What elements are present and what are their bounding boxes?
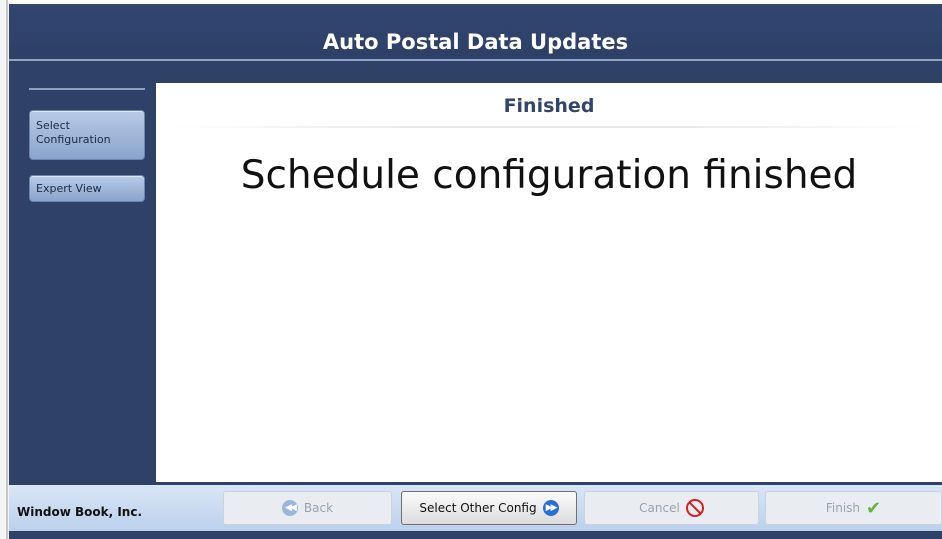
left-window-edge — [0, 0, 9, 539]
title-divider — [9, 59, 942, 61]
back-button[interactable]: ◀◀ Back — [223, 491, 392, 525]
finish-button-label: Finish — [825, 501, 861, 515]
footer-bar: Window Book, Inc. ◀◀ Back Select Other C… — [9, 485, 942, 531]
checkmark-icon: ✔ — [866, 497, 882, 519]
edge-line — [6, 0, 8, 539]
select-other-config-label: Select Other Config — [419, 501, 537, 515]
wizard-window: Auto Postal Data Updates Select Configur… — [9, 4, 942, 539]
sidebar-item-select-configuration[interactable]: Select Configuration — [29, 110, 145, 160]
sidebar-item-label: Select Configuration — [36, 119, 111, 146]
forward-arrow-icon: ▶▶ — [542, 500, 559, 516]
footer: Window Book, Inc. ◀◀ Back Select Other C… — [9, 482, 942, 539]
content-panel: Finished Schedule configuration finished — [156, 83, 942, 484]
select-other-config-button[interactable]: Select Other Config ▶▶ — [401, 491, 577, 525]
sidebar-divider — [29, 88, 145, 90]
back-arrow-icon: ◀◀ — [281, 500, 298, 516]
finish-button[interactable]: Finish ✔ — [765, 491, 942, 525]
company-name: Window Book, Inc. — [17, 505, 143, 519]
sidebar-item-expert-view[interactable]: Expert View — [29, 175, 145, 202]
cancel-button[interactable]: Cancel — [584, 491, 759, 525]
sidebar: Select Configuration Expert View — [9, 62, 156, 482]
window-title: Auto Postal Data Updates — [322, 30, 629, 54]
step-divider — [170, 126, 928, 128]
sidebar-item-label: Expert View — [36, 182, 102, 195]
title-bar: Auto Postal Data Updates — [9, 4, 942, 62]
step-title: Finished — [503, 95, 595, 117]
status-message: Schedule configuration finished — [240, 153, 858, 198]
cancel-circle-icon — [685, 499, 704, 517]
back-button-label: Back — [303, 501, 334, 515]
cancel-button-label: Cancel — [639, 501, 680, 515]
